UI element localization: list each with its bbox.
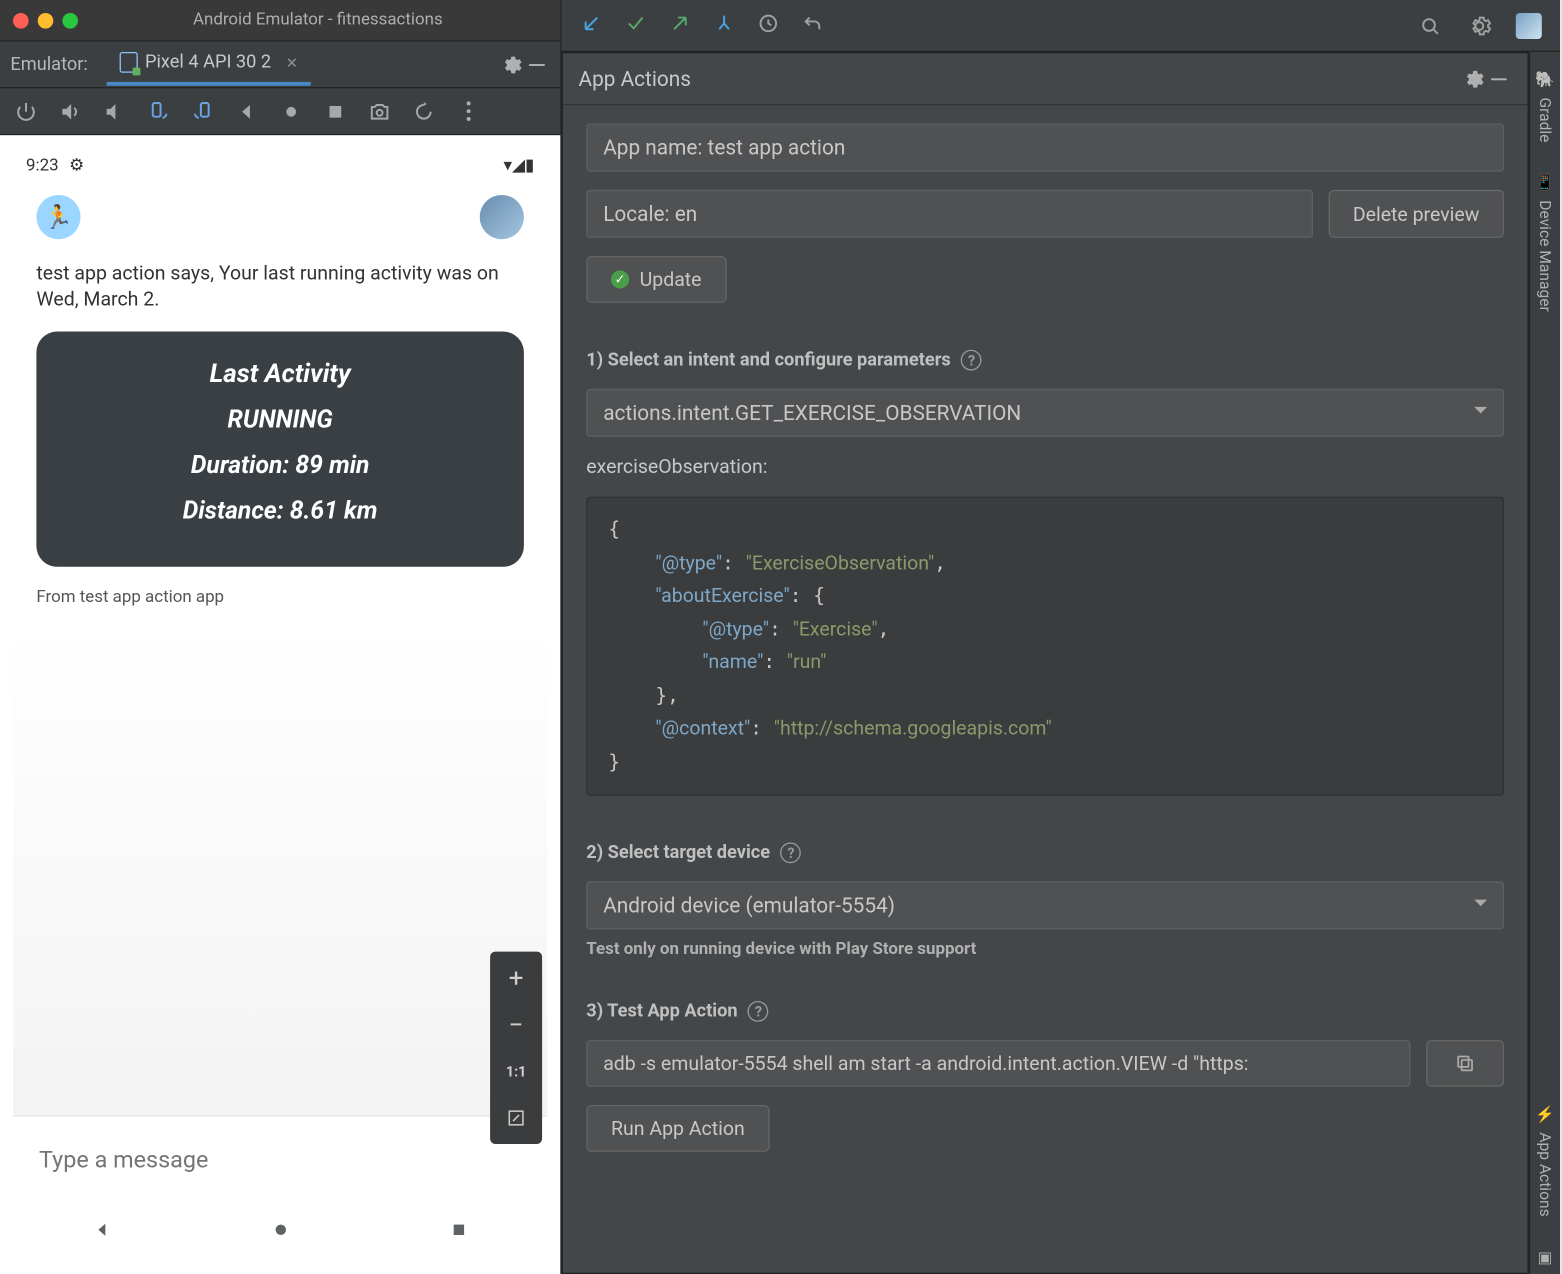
help-icon[interactable]: ? [961,350,982,371]
nav-overview-icon[interactable] [448,1219,469,1245]
emulator-device-tab[interactable]: Pixel 4 API 30 2 × [106,43,310,86]
check-icon: ✓ [611,270,629,288]
step2-label: 2) Select target device? [586,842,1504,863]
help-icon[interactable]: ? [748,1001,769,1022]
android-navbar [13,1204,547,1261]
delete-preview-button[interactable]: Delete preview [1328,190,1504,238]
update-button[interactable]: ✓Update [586,256,726,303]
rail-more-icon[interactable]: ▣ [1536,1240,1554,1274]
close-window-icon[interactable] [13,12,29,28]
history-icon[interactable] [757,11,780,40]
nav-back-icon[interactable] [92,1219,113,1245]
device-select[interactable]: Android device (emulator-5554) [586,881,1504,929]
card-title: Last Activity [49,357,511,388]
record-icon[interactable] [411,98,437,124]
emulator-tabs-label: Emulator: [10,54,87,75]
volume-down-icon[interactable] [101,98,127,124]
close-tab-icon[interactable]: × [287,51,297,74]
panel-title: App Actions [579,66,691,91]
maximize-window-icon[interactable] [62,12,78,28]
card-duration: Duration: 89 min [49,449,511,479]
status-gear-icon: ⚙ [69,155,84,175]
intent-select[interactable]: actions.intent.GET_EXERCISE_OBSERVATION [586,389,1504,437]
back-icon[interactable] [234,98,260,124]
step1-label: 1) Select an intent and configure parame… [586,350,1504,371]
status-wifi-icon: ▾ [504,155,512,175]
param-label: exerciseObservation: [586,455,1504,478]
device-hint: Test only on running device with Play St… [586,940,1504,960]
more-icon[interactable] [455,98,481,124]
status-battery-icon: ▮ [525,155,534,175]
ide-toolbar [562,0,1560,52]
emulator-toolbar [0,88,560,135]
step3-label: 3) Test App Action? [586,1001,1504,1022]
app-actions-header: App Actions [563,53,1528,105]
app-name-field[interactable]: App name: test app action [586,123,1504,171]
emulator-window: Android Emulator - fitnessactions Emulat… [0,0,562,1274]
gear-icon[interactable] [1466,12,1492,38]
run-app-action-button[interactable]: Run App Action [586,1105,769,1152]
app-actions-panel: App Actions App name: test app action Lo… [562,52,1529,1274]
undo-icon[interactable] [801,11,824,40]
ide-right-rail: 🐘 Gradle 📱 Device Manager ⚡ App Actions … [1529,52,1560,1274]
arrow-up-right-icon[interactable] [668,11,691,40]
rotate-right-icon[interactable] [190,98,216,124]
adb-command-field[interactable]: adb -s emulator-5554 shell am start -a a… [586,1040,1410,1087]
arrow-down-left-icon[interactable] [580,11,603,40]
window-traffic-lights[interactable] [13,12,78,28]
zoom-fit-button[interactable] [490,1100,542,1136]
android-statusbar: 9:23 ⚙ ▾ ◢ ▮ [13,148,547,182]
minimize-panel-icon[interactable] [1486,66,1512,92]
home-icon[interactable] [278,98,304,124]
emulator-zoom-controls: + − 1:1 [490,952,542,1144]
search-icon[interactable] [1417,12,1443,38]
message-input[interactable] [36,1145,523,1175]
emulator-window-title: Android Emulator - fitnessactions [88,10,547,30]
status-signal-icon: ◢ [512,155,525,175]
copy-command-button[interactable] [1426,1040,1504,1087]
phone-icon [119,52,137,73]
emulator-tab-label: Pixel 4 API 30 2 [145,52,271,73]
profile-avatar[interactable] [1516,12,1542,38]
nav-home-icon[interactable] [270,1219,291,1245]
zoom-out-button[interactable]: − [490,1006,542,1042]
minimize-window-icon[interactable] [38,12,54,28]
arrow-merge-icon[interactable] [712,11,735,40]
user-avatar[interactable] [480,195,524,239]
screenshot-icon[interactable] [367,98,393,124]
minimize-panel-icon[interactable] [524,51,550,77]
gear-icon[interactable] [498,51,524,77]
compose-bar[interactable] [13,1115,547,1203]
overview-icon[interactable] [322,98,348,124]
volume-up-icon[interactable] [57,98,83,124]
from-app-label: From test app action app [13,566,547,627]
emulator-titlebar[interactable]: Android Emulator - fitnessactions [0,0,560,42]
phone-screen: 9:23 ⚙ ▾ ◢ ▮ 🏃 test app action says, You… [0,135,560,1274]
card-distance: Distance: 8.61 km [49,495,511,525]
assistant-response-text: test app action says, Your last running … [13,252,547,331]
check-icon[interactable] [624,11,647,40]
running-app-icon[interactable]: 🏃 [36,195,80,239]
power-icon[interactable] [13,98,39,124]
gear-icon[interactable] [1460,66,1486,92]
locale-field[interactable]: Locale: en [586,190,1312,238]
assistant-header: 🏃 [13,182,547,252]
zoom-reset-button[interactable]: 1:1 [490,1053,542,1089]
rail-gradle[interactable]: 🐘 Gradle [1536,62,1554,149]
help-icon[interactable]: ? [781,842,802,863]
param-json-editor[interactable]: { "@type": "ExerciseObservation", "about… [586,497,1504,796]
emulator-tabbar: Emulator: Pixel 4 API 30 2 × [0,42,560,89]
rail-app-actions[interactable]: ⚡ App Actions [1536,1098,1554,1225]
rail-device-manager[interactable]: 📱 Device Manager [1536,165,1554,319]
zoom-in-button[interactable]: + [490,959,542,995]
card-activity: RUNNING [49,404,511,434]
status-time: 9:23 [26,155,59,175]
activity-card[interactable]: Last Activity RUNNING Duration: 89 min D… [36,331,523,566]
ide-panel: App Actions App name: test app action Lo… [562,0,1560,1274]
rotate-left-icon[interactable] [146,98,172,124]
